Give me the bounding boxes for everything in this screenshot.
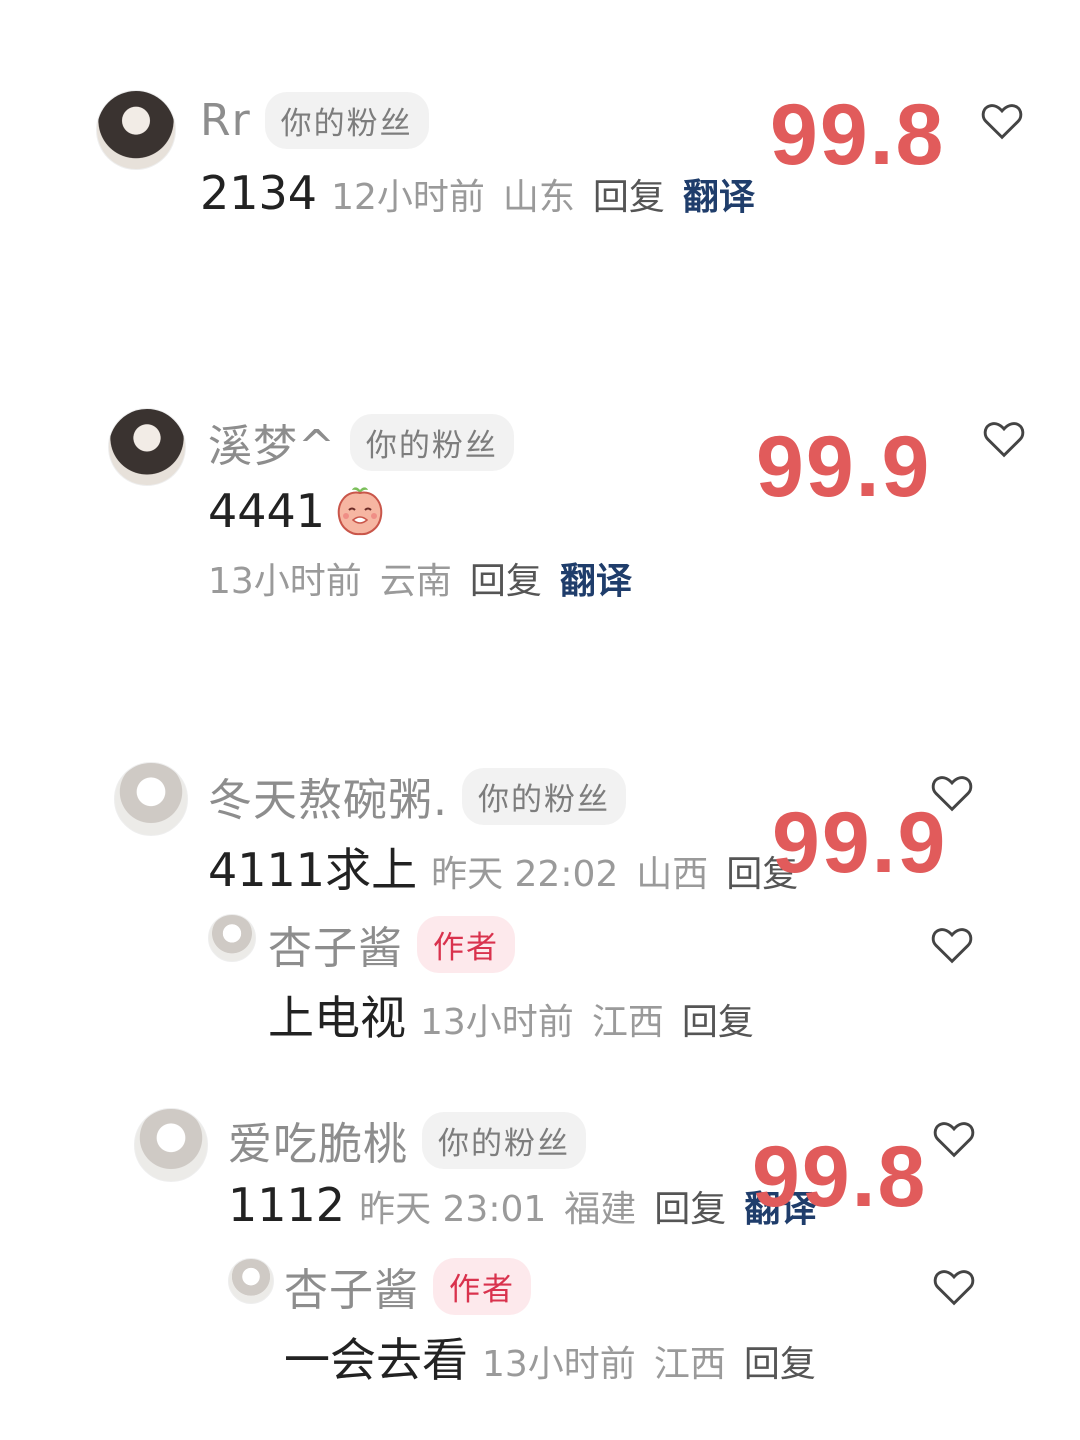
comment-text: 4111求上 <box>208 843 418 897</box>
peach-emoji-icon <box>337 487 383 536</box>
reply-button[interactable]: 回复 <box>593 168 665 220</box>
heart-outline-icon[interactable] <box>982 418 1026 458</box>
score-annotation: 99.8 <box>770 87 946 183</box>
reply-text: 上电视 <box>268 991 406 1045</box>
heart-outline-icon[interactable] <box>932 1118 976 1158</box>
score-annotation: 99.9 <box>772 795 948 891</box>
score-annotation: 99.8 <box>752 1129 928 1225</box>
username[interactable]: 杏子酱 <box>268 912 403 976</box>
reply-time: 13小时前 <box>482 1344 636 1385</box>
reply-time: 13小时前 <box>420 1002 574 1043</box>
avatar[interactable] <box>108 408 186 486</box>
avatar[interactable] <box>228 1258 274 1304</box>
heart-outline-icon[interactable] <box>930 772 974 812</box>
fan-badge: 你的粉丝 <box>264 92 429 149</box>
reply-button[interactable]: 回复 <box>682 993 754 1045</box>
username[interactable]: 冬天熬碗粥. <box>208 764 448 828</box>
heart-outline-icon[interactable] <box>980 100 1024 140</box>
score-annotation: 99.9 <box>756 419 932 515</box>
comment-time: 昨天 23:01 <box>359 1189 547 1230</box>
comment-time: 13小时前 <box>208 561 362 602</box>
comment-text: 2134 <box>200 166 318 220</box>
comment-location: 山西 <box>636 854 709 895</box>
heart-outline-icon[interactable] <box>932 1266 976 1306</box>
comment-text: 1112 <box>228 1178 346 1232</box>
translate-button[interactable]: 翻译 <box>560 552 632 604</box>
reply-text: 一会去看 <box>284 1333 468 1387</box>
translate-button[interactable]: 翻译 <box>683 168 755 220</box>
username[interactable]: 杏子酱 <box>284 1254 419 1318</box>
username[interactable]: Rr <box>200 95 251 146</box>
username[interactable]: 爱吃脆桃 <box>228 1108 408 1172</box>
reply-button[interactable]: 回复 <box>654 1180 726 1232</box>
avatar[interactable] <box>134 1108 208 1182</box>
comment-text: 4441 <box>208 484 326 538</box>
reply-button[interactable]: 回复 <box>470 552 542 604</box>
comment-location: 山东 <box>502 177 575 218</box>
comment-location: 云南 <box>379 561 452 602</box>
reply-location: 江西 <box>591 1002 664 1043</box>
avatar[interactable] <box>208 914 256 962</box>
reply-location: 江西 <box>653 1344 726 1385</box>
fan-badge: 你的粉丝 <box>462 767 626 825</box>
author-badge: 作者 <box>417 915 515 973</box>
username[interactable]: 溪梦^ <box>208 410 336 474</box>
reply-button[interactable]: 回复 <box>744 1335 816 1387</box>
avatar[interactable] <box>96 90 176 170</box>
author-badge: 作者 <box>433 1257 531 1315</box>
comment-time: 昨天 22:02 <box>431 854 619 895</box>
avatar[interactable] <box>114 762 188 836</box>
heart-outline-icon[interactable] <box>930 924 974 964</box>
fan-badge: 你的粉丝 <box>349 413 514 471</box>
comment-time: 12小时前 <box>331 177 485 218</box>
fan-badge: 你的粉丝 <box>422 1111 586 1169</box>
comment-location: 福建 <box>564 1189 637 1230</box>
